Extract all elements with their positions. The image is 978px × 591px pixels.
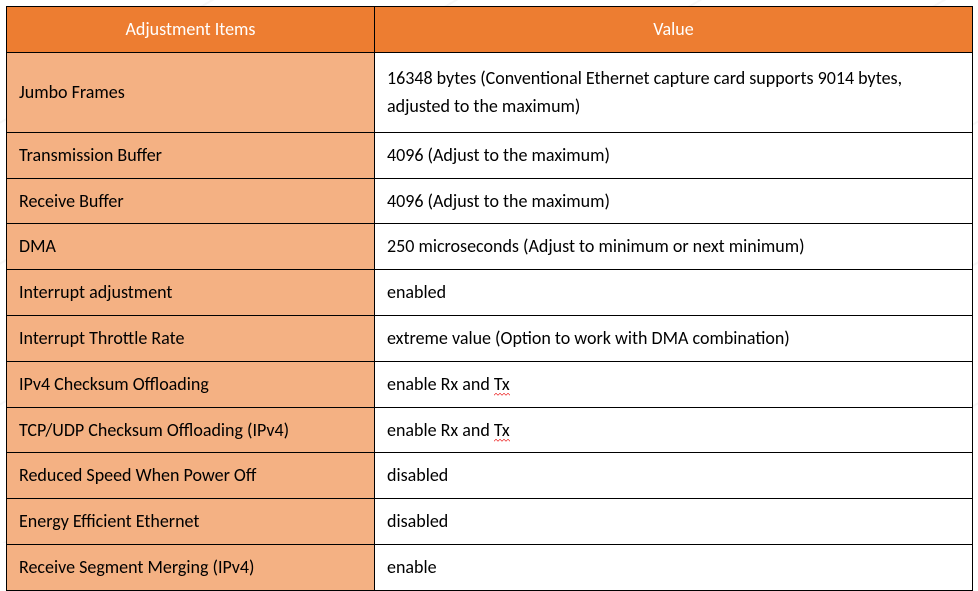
cell-item: IPv4 Checksum Offloading <box>7 361 375 407</box>
cell-item: Reduced Speed When Power Off <box>7 453 375 499</box>
cell-item: Jumbo Frames <box>7 52 375 132</box>
cell-value: 4096 (Adjust to the maximum) <box>375 178 973 224</box>
cell-item: DMA <box>7 224 375 270</box>
table-row: DMA250 microseconds (Adjust to minimum o… <box>7 224 973 270</box>
cell-value: 4096 (Adjust to the maximum) <box>375 132 973 178</box>
cell-value: enable <box>375 544 973 590</box>
cell-value: disabled <box>375 499 973 545</box>
header-items: Adjustment Items <box>7 7 375 53</box>
cell-value: 16348 bytes (Conventional Ethernet captu… <box>375 52 973 132</box>
cell-value: disabled <box>375 453 973 499</box>
value-text: Tx <box>494 373 510 397</box>
table-row: IPv4 Checksum Offloadingenable Rx and Tx <box>7 361 973 407</box>
value-text: enable Rx and <box>387 373 494 395</box>
cell-item: Energy Efficient Ethernet <box>7 499 375 545</box>
table-row: Interrupt adjustmentenabled <box>7 270 973 316</box>
cell-item: Transmission Buffer <box>7 132 375 178</box>
table-row: Reduced Speed When Power Offdisabled <box>7 453 973 499</box>
cell-item: Receive Segment Merging (IPv4) <box>7 544 375 590</box>
cell-item: Receive Buffer <box>7 178 375 224</box>
table-row: Interrupt Throttle Rateextreme value (Op… <box>7 315 973 361</box>
table-header-row: Adjustment Items Value <box>7 7 973 53</box>
adjustment-table: Adjustment Items Value Jumbo Frames16348… <box>6 6 973 591</box>
cell-item: TCP/UDP Checksum Offloading (IPv4) <box>7 407 375 453</box>
table-row: Transmission Buffer4096 (Adjust to the m… <box>7 132 973 178</box>
cell-value: enable Rx and Tx <box>375 361 973 407</box>
cell-value: enabled <box>375 270 973 316</box>
cell-item: Interrupt adjustment <box>7 270 375 316</box>
table-row: TCP/UDP Checksum Offloading (IPv4)enable… <box>7 407 973 453</box>
table-row: Energy Efficient Ethernetdisabled <box>7 499 973 545</box>
table-row: Receive Buffer4096 (Adjust to the maximu… <box>7 178 973 224</box>
cell-value: enable Rx and Tx <box>375 407 973 453</box>
cell-value: extreme value (Option to work with DMA c… <box>375 315 973 361</box>
header-value: Value <box>375 7 973 53</box>
value-text: enable Rx and <box>387 419 494 441</box>
value-text: Tx <box>494 419 510 443</box>
cell-item: Interrupt Throttle Rate <box>7 315 375 361</box>
table-row: Jumbo Frames16348 bytes (Conventional Et… <box>7 52 973 132</box>
cell-value: 250 microseconds (Adjust to minimum or n… <box>375 224 973 270</box>
table-row: Receive Segment Merging (IPv4)enable <box>7 544 973 590</box>
